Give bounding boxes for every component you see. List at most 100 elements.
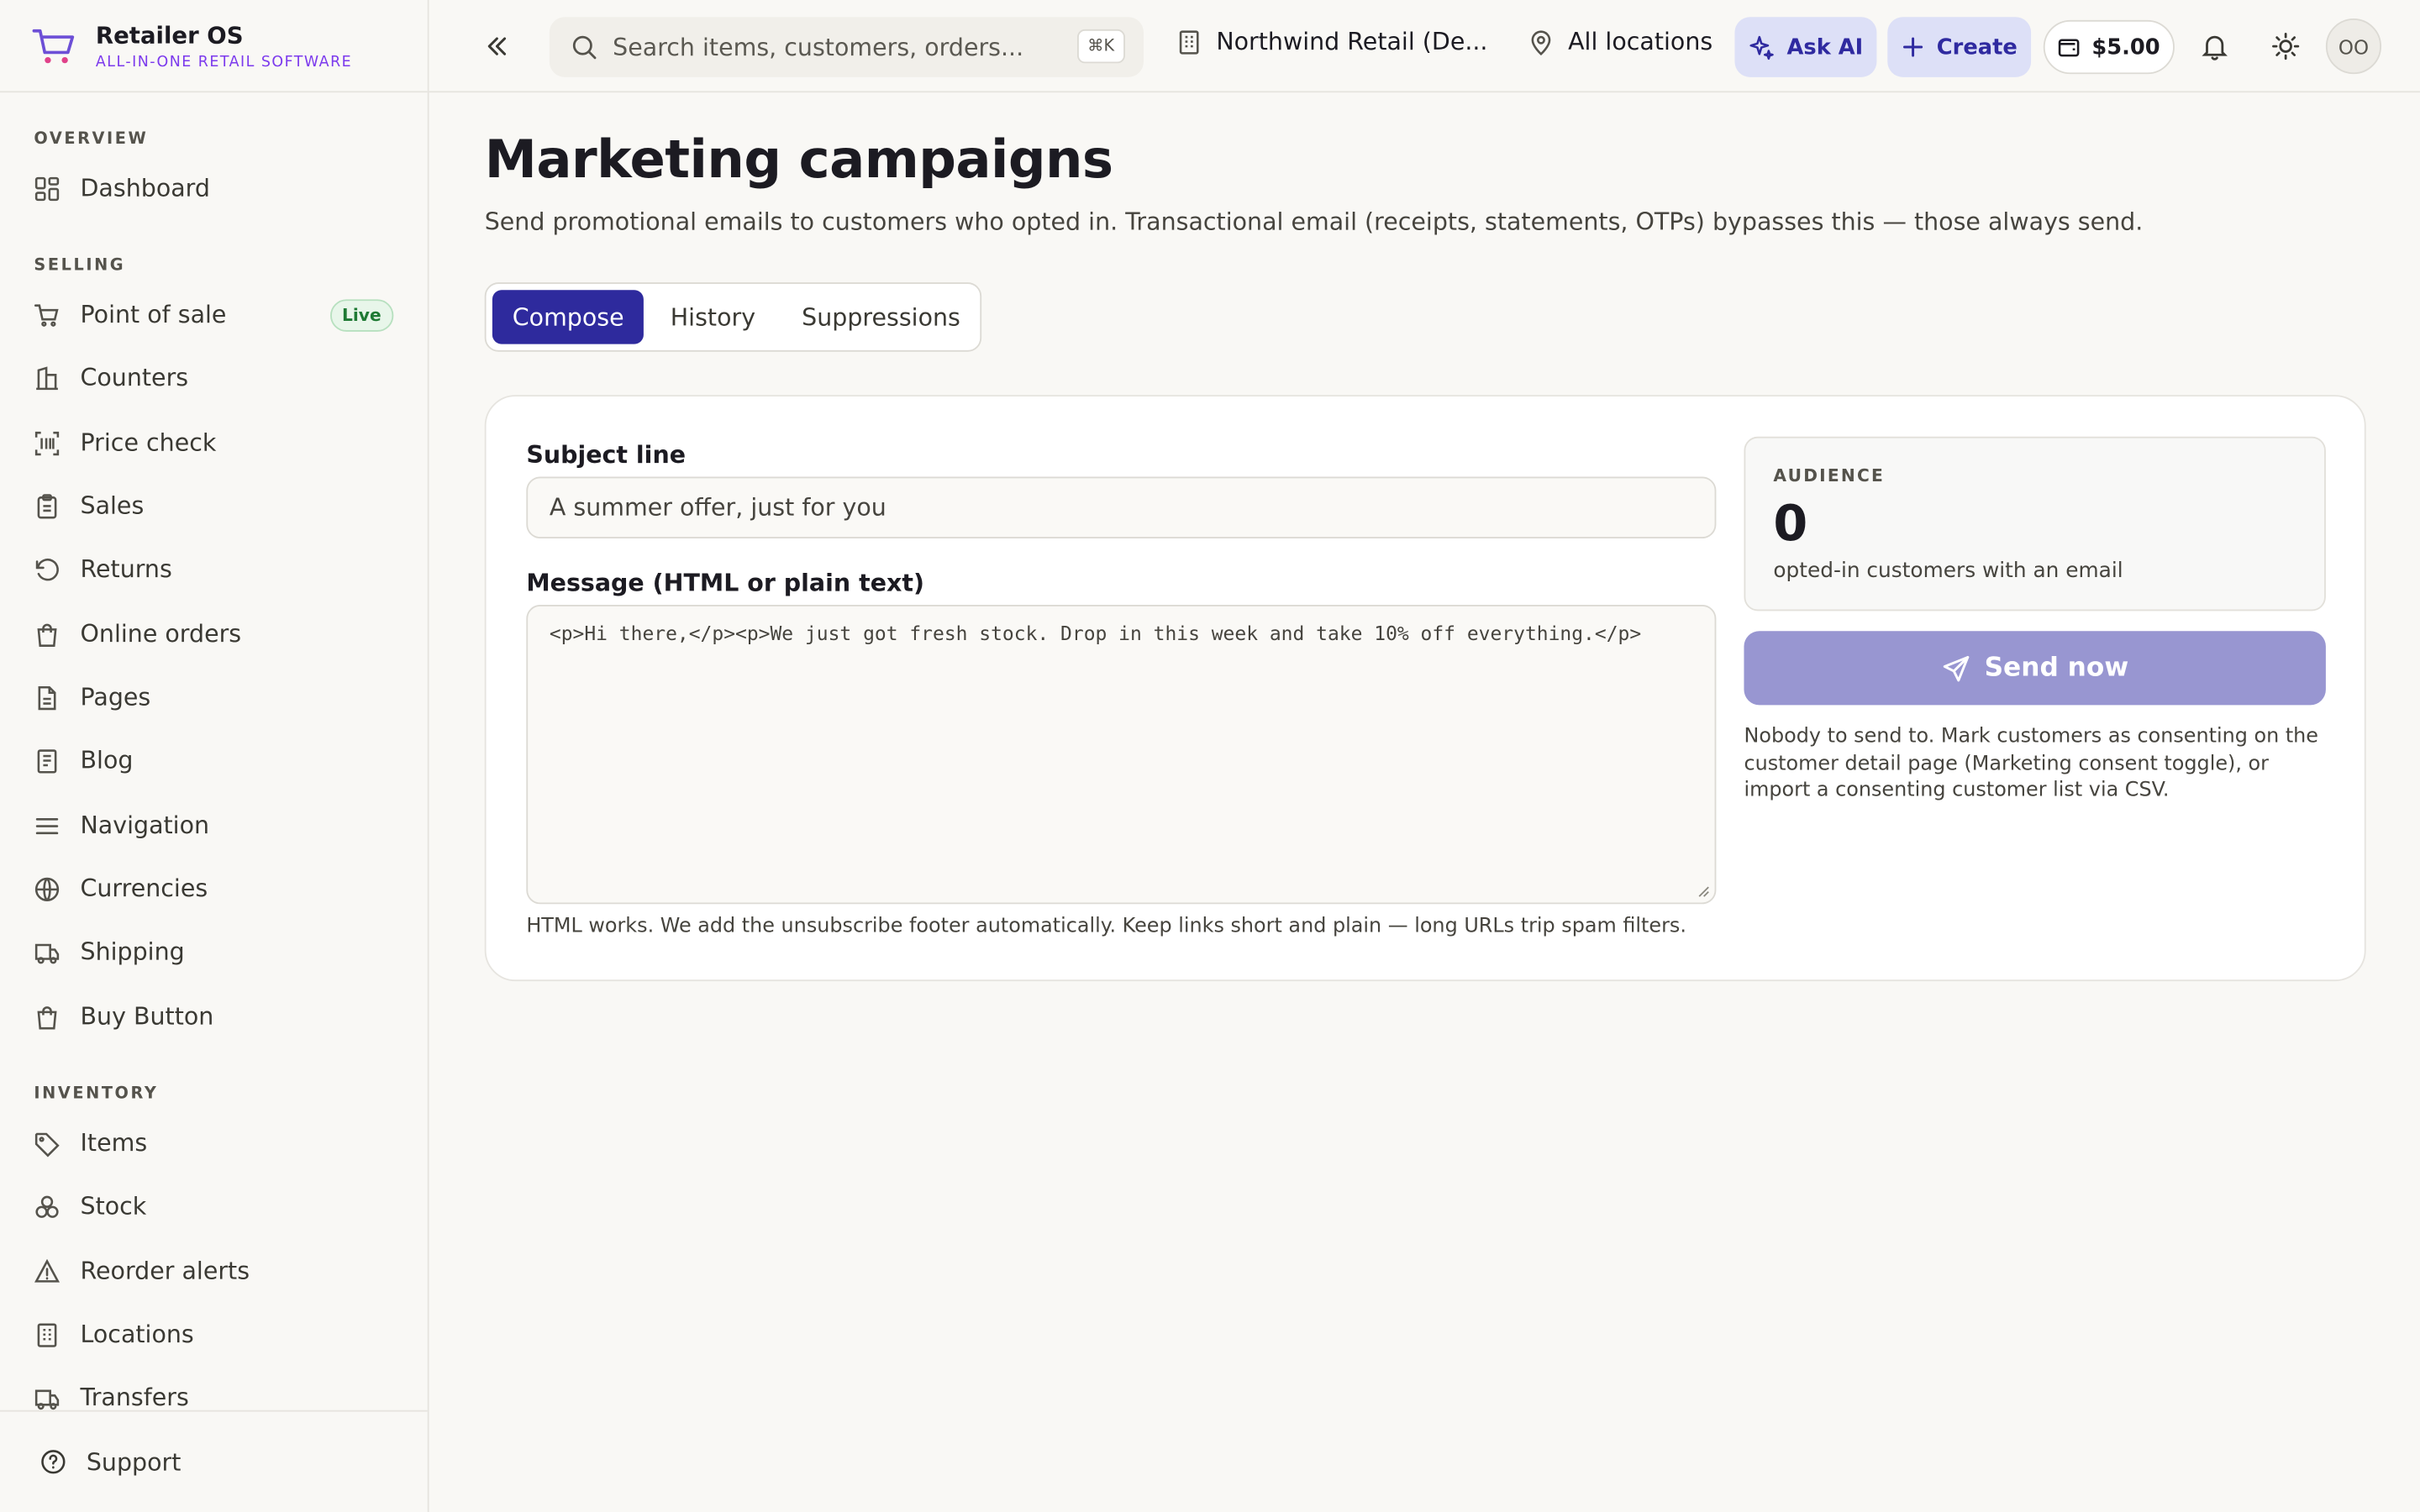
sidebar-item-blog[interactable]: Blog bbox=[0, 734, 428, 786]
sidebar-item-buy-button[interactable]: Buy Button bbox=[0, 990, 428, 1042]
sidebar-nav: OVERVIEW Dashboard SELLING Point of sale… bbox=[0, 92, 428, 1410]
truck-icon bbox=[34, 939, 60, 965]
tab-history[interactable]: History bbox=[650, 290, 776, 344]
top-bar: Search items, customers, orders... ⌘K No… bbox=[429, 0, 2420, 93]
sidebar-item-pages[interactable]: Pages bbox=[0, 671, 428, 723]
warning-icon bbox=[34, 1257, 60, 1284]
sidebar-item-counters[interactable]: Counters bbox=[0, 352, 428, 404]
sidebar-item-label: Transfers bbox=[80, 1383, 189, 1410]
page-title: Marketing campaigns bbox=[484, 129, 1113, 192]
sidebar-item-stock[interactable]: Stock bbox=[0, 1180, 428, 1232]
brand[interactable]: Retailer OS ALL-IN-ONE RETAIL SOFTWARE bbox=[0, 0, 428, 93]
sidebar-item-returns[interactable]: Returns bbox=[0, 543, 428, 596]
sidebar: Retailer OS ALL-IN-ONE RETAIL SOFTWARE O… bbox=[0, 0, 429, 1512]
live-badge: Live bbox=[329, 299, 394, 332]
avatar[interactable]: OO bbox=[2325, 18, 2382, 75]
ask-ai-button[interactable]: Ask AI bbox=[1734, 17, 1877, 77]
sidebar-item-label: Sales bbox=[80, 491, 145, 520]
sidebar-item-label: Shipping bbox=[80, 937, 185, 966]
location-switcher[interactable]: All locations bbox=[1528, 28, 1712, 55]
main-content: Marketing campaigns Send promotional ema… bbox=[429, 92, 2420, 1512]
location-name: All locations bbox=[1568, 28, 1713, 56]
sidebar-item-label: Online orders bbox=[80, 620, 242, 648]
sidebar-item-online-orders[interactable]: Online orders bbox=[0, 608, 428, 660]
tag-icon bbox=[34, 1130, 60, 1157]
newspaper-icon bbox=[34, 748, 60, 774]
audience-title: AUDIENCE bbox=[1773, 465, 1886, 486]
sidebar-item-label: Buy Button bbox=[80, 1002, 214, 1031]
section-title-inventory: INVENTORY bbox=[34, 1084, 159, 1104]
message-label: Message (HTML or plain text) bbox=[526, 569, 925, 597]
send-now-button[interactable]: Send now bbox=[1744, 631, 2326, 706]
message-hint: HTML works. We add the unsubscribe foote… bbox=[526, 915, 1686, 938]
sidebar-item-label: Point of sale bbox=[80, 301, 227, 329]
dashboard-icon bbox=[34, 175, 60, 201]
cart-logo-icon bbox=[32, 28, 75, 63]
undo-icon bbox=[34, 556, 60, 582]
search-input[interactable]: Search items, customers, orders... ⌘K bbox=[549, 17, 1144, 77]
create-button[interactable]: Create bbox=[1887, 17, 2032, 77]
sidebar-item-support[interactable]: Support bbox=[0, 1410, 428, 1512]
compose-card: Subject line A summer offer, just for yo… bbox=[484, 395, 2366, 982]
sidebar-item-locations[interactable]: Locations bbox=[0, 1309, 428, 1361]
send-note: Nobody to send to. Mark customers as con… bbox=[1744, 725, 2319, 803]
sidebar-item-label: Reorder alerts bbox=[80, 1257, 250, 1285]
sidebar-item-navigation[interactable]: Navigation bbox=[0, 799, 428, 851]
section-title-selling: SELLING bbox=[34, 255, 126, 275]
clipboard-icon bbox=[34, 493, 60, 519]
bell-icon[interactable] bbox=[2199, 31, 2230, 62]
page-icon bbox=[34, 685, 60, 711]
plus-icon bbox=[1902, 37, 1923, 57]
send-now-label: Send now bbox=[1984, 652, 2129, 684]
shopping-bag-icon bbox=[34, 621, 60, 647]
tab-compose[interactable]: Compose bbox=[492, 290, 644, 344]
wallet-icon bbox=[2059, 39, 2081, 57]
sidebar-item-reorder-alerts[interactable]: Reorder alerts bbox=[0, 1245, 428, 1297]
send-icon bbox=[1943, 655, 1969, 681]
section-title-overview: OVERVIEW bbox=[34, 129, 149, 149]
resize-grip-icon[interactable] bbox=[1697, 885, 1710, 898]
sidebar-item-dashboard[interactable]: Dashboard bbox=[0, 162, 428, 214]
cart-icon bbox=[34, 302, 60, 328]
message-text: <p>Hi there,</p><p>We just got fresh sto… bbox=[549, 622, 1642, 645]
sidebar-item-transfers[interactable]: Transfers bbox=[0, 1372, 428, 1410]
sidebar-item-label: Dashboard bbox=[80, 174, 210, 202]
sidebar-item-label: Pages bbox=[80, 683, 151, 711]
sparkle-icon bbox=[1749, 35, 1774, 60]
sidebar-item-price-check[interactable]: Price check bbox=[0, 417, 428, 469]
wallet-balance-button[interactable]: $5.00 bbox=[2043, 19, 2175, 75]
counter-icon bbox=[34, 365, 60, 391]
org-switcher[interactable]: Northwind Retail (De... bbox=[1176, 28, 1487, 55]
building-icon bbox=[1179, 29, 1199, 54]
message-textarea[interactable]: <p>Hi there,</p><p>We just got fresh sto… bbox=[526, 604, 1717, 905]
search-placeholder: Search items, customers, orders... bbox=[613, 33, 1024, 61]
sidebar-item-items[interactable]: Items bbox=[0, 1117, 428, 1169]
help-icon bbox=[41, 1450, 66, 1474]
menu-icon bbox=[34, 812, 60, 838]
sidebar-item-sales[interactable]: Sales bbox=[0, 480, 428, 532]
sidebar-item-label: Price check bbox=[80, 428, 217, 457]
sidebar-item-shipping[interactable]: Shipping bbox=[0, 926, 428, 978]
collapse-sidebar-icon[interactable] bbox=[481, 31, 513, 62]
subject-input[interactable]: A summer offer, just for you bbox=[526, 476, 1717, 539]
audience-subtitle: opted-in customers with an email bbox=[1773, 558, 2123, 584]
barcode-icon bbox=[34, 430, 60, 456]
audience-count: 0 bbox=[1773, 493, 1808, 553]
sun-icon[interactable] bbox=[2270, 31, 2302, 62]
sidebar-item-currencies[interactable]: Currencies bbox=[0, 863, 428, 915]
sidebar-item-label: Navigation bbox=[80, 811, 210, 840]
shopping-bag-icon bbox=[34, 1004, 60, 1030]
sidebar-item-label: Items bbox=[80, 1129, 148, 1158]
tab-bar: Compose History Suppressions bbox=[484, 282, 982, 352]
search-shortcut: ⌘K bbox=[1076, 29, 1125, 64]
support-label: Support bbox=[86, 1447, 182, 1476]
sidebar-item-point-of-sale[interactable]: Point of sale Live bbox=[0, 288, 428, 340]
tab-suppressions[interactable]: Suppressions bbox=[781, 290, 980, 344]
boxes-icon bbox=[34, 1194, 60, 1220]
sidebar-item-label: Returns bbox=[80, 555, 172, 584]
truck-icon bbox=[34, 1384, 60, 1410]
sidebar-item-label: Blog bbox=[80, 746, 134, 775]
sidebar-item-label: Currencies bbox=[80, 874, 208, 903]
brand-tagline: ALL-IN-ONE RETAIL SOFTWARE bbox=[95, 53, 353, 71]
brand-name: Retailer OS bbox=[95, 20, 244, 49]
